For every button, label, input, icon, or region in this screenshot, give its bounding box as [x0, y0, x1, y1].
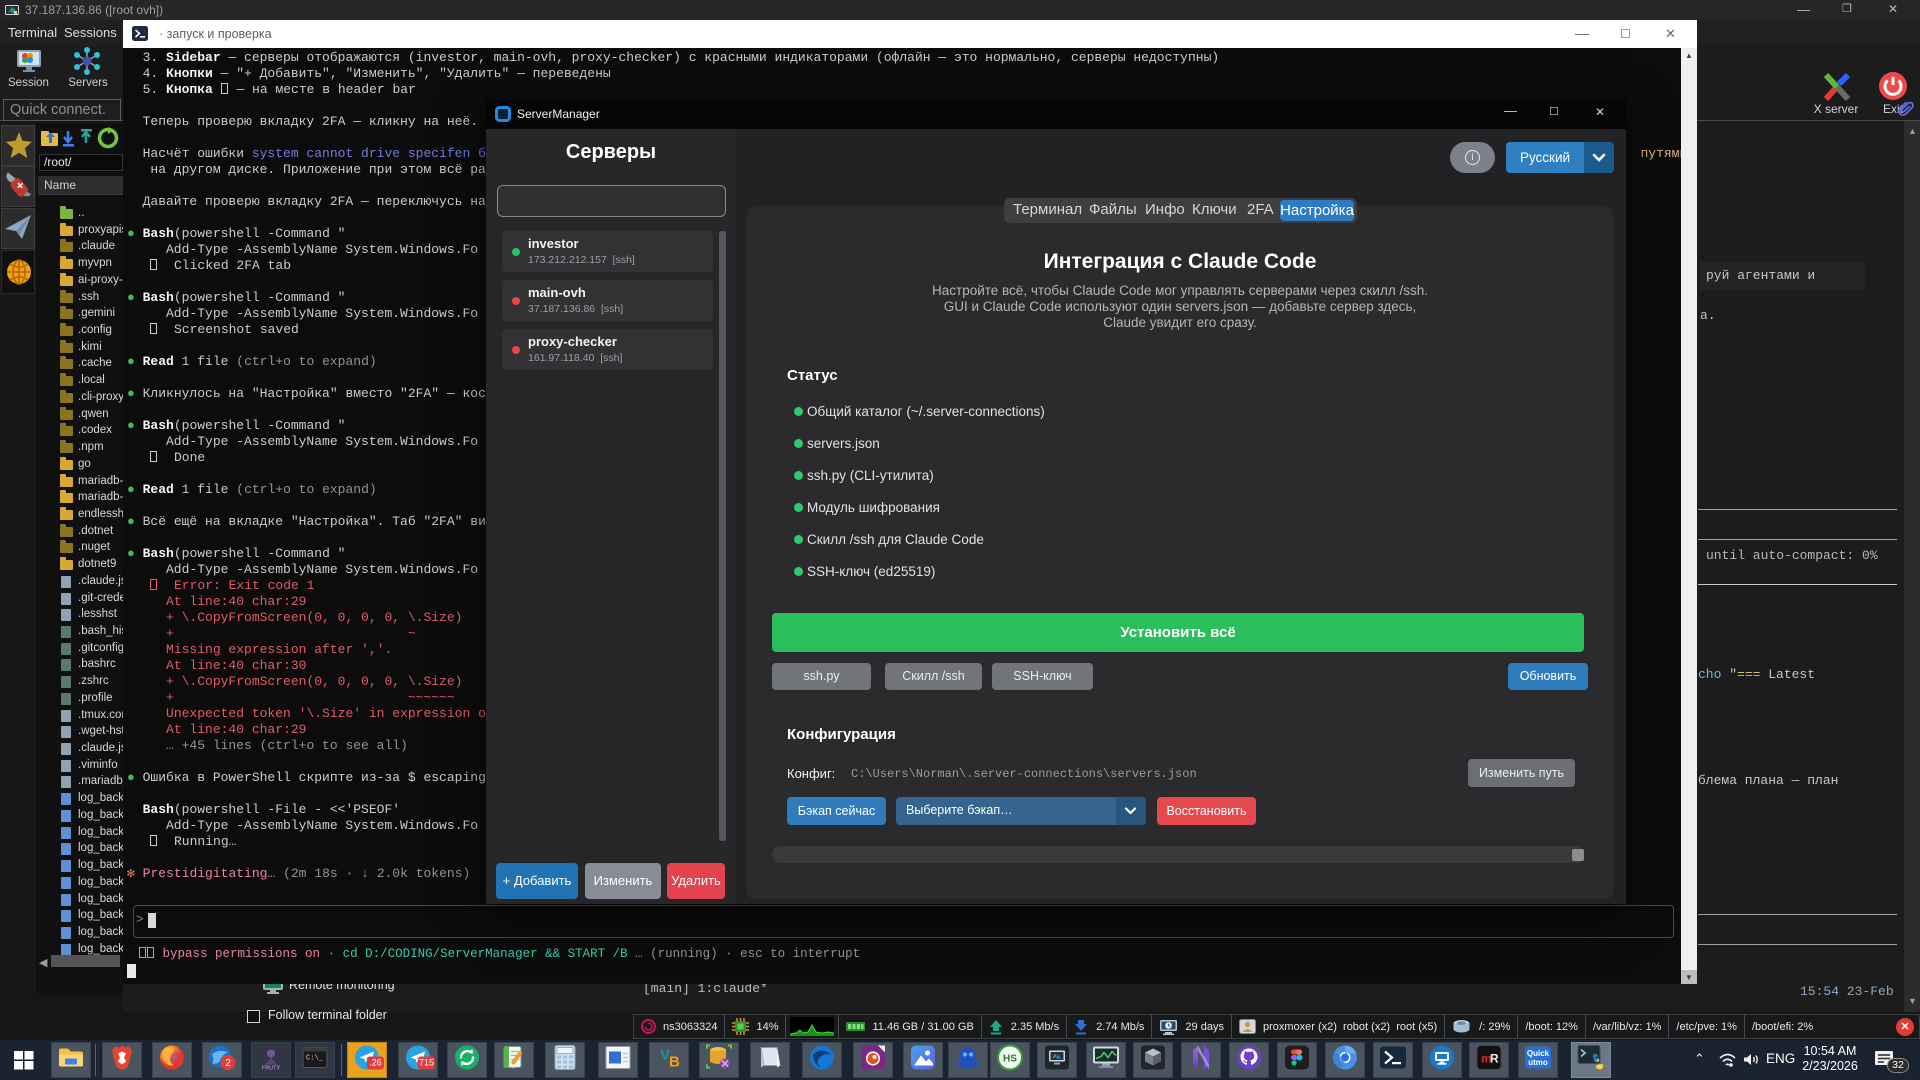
svg-text:utmo: utmo: [1528, 1058, 1548, 1067]
svg-text:HS: HS: [1003, 1054, 1017, 1065]
svg-text:2: 2: [225, 1058, 231, 1069]
svg-text:R: R: [1490, 1052, 1499, 1066]
svg-text:B: B: [669, 1054, 680, 1071]
svg-text:Quick: Quick: [1527, 1049, 1550, 1058]
svg-text:C:\_: C:\_: [306, 1055, 324, 1063]
svg-text:FRUTY: FRUTY: [262, 1066, 281, 1071]
